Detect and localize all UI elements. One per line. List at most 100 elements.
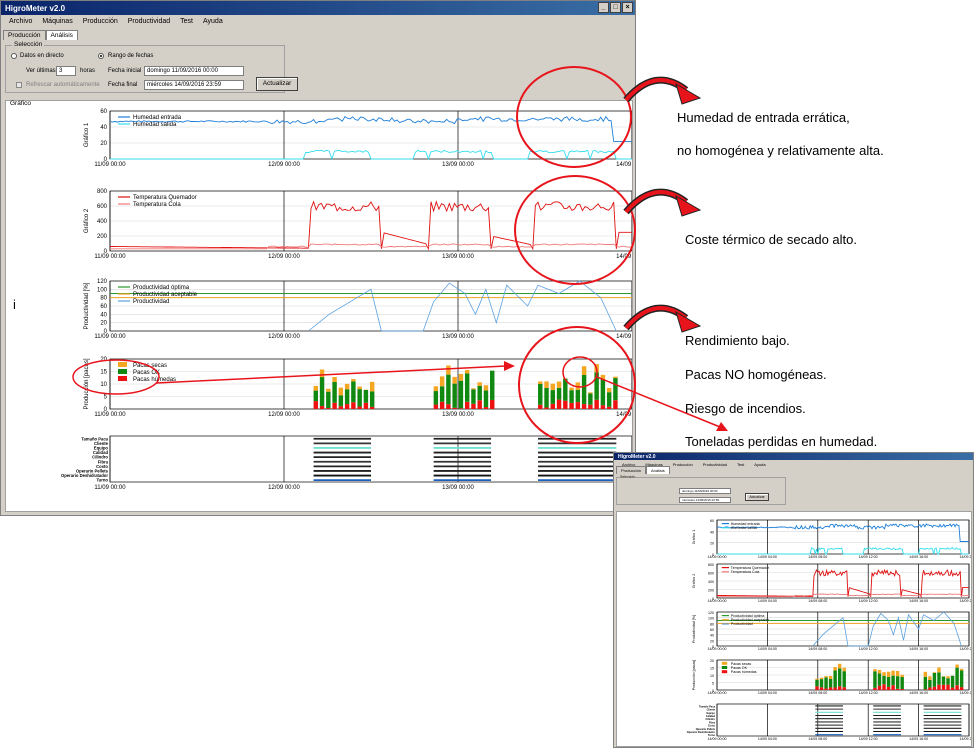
curved-arrow-3	[623, 304, 702, 333]
x-tick-label: 14/09 04:00	[758, 737, 777, 741]
bar-pacas-secas	[824, 676, 828, 678]
bar-pacas-ok	[824, 677, 828, 689]
zoom-refresh-button[interactable]: Actualizar	[745, 493, 769, 501]
x-tick-label: 14/09 04:00	[758, 647, 777, 651]
zoom-menu-produccion[interactable]: Producción	[668, 462, 698, 467]
annotation-tons-lost: Toneladas perdidas en humedad.	[685, 434, 878, 449]
bar-pacas-secas	[837, 663, 842, 669]
x-tick-label: 14/09 20:00	[960, 555, 972, 559]
bar-pacas-secas	[955, 664, 959, 668]
bar-pacas-ok	[941, 676, 946, 685]
bar-pacas-secas	[833, 667, 837, 671]
bar-pacas-ok	[895, 676, 900, 689]
annotation-non-homogeneous: Pacas NO homogéneas.	[685, 367, 827, 382]
y-tick-label: 400	[708, 580, 714, 584]
bar-pacas-humedas	[932, 686, 937, 690]
y-axis-label: Productividad [%]	[692, 615, 696, 643]
bar-pacas-ok	[955, 667, 959, 686]
x-tick-label: 14/09 00:00	[708, 737, 727, 741]
zoom-tab-analisis[interactable]: Análisis	[646, 466, 670, 474]
bar-pacas-humedas	[828, 687, 833, 690]
y-tick-label: 20	[710, 659, 714, 663]
zoom-menu-ayuda[interactable]: Ayuda	[749, 462, 770, 467]
bar-pacas-humedas	[833, 687, 837, 690]
bar-pacas-secas	[882, 672, 886, 676]
bar-pacas-humedas	[959, 687, 964, 690]
y-tick-label: 15	[710, 667, 714, 671]
zoom-end-date[interactable]: miércoles 14/09/2016 23:59	[679, 497, 731, 503]
x-tick-label: 14/09 20:00	[960, 599, 972, 603]
y-tick-label: 200	[708, 589, 714, 593]
bar-pacas-ok	[837, 668, 842, 687]
legend-label: Humedad salida	[731, 526, 757, 530]
annotation-thermal-cost: Coste térmico de secado alto.	[685, 232, 857, 247]
y-tick-label: 60	[710, 519, 714, 523]
zoom-start-date[interactable]: domingo 11/09/2016 00:00	[679, 488, 731, 494]
circle-bale-detail	[562, 356, 598, 388]
y-axis-label: Producción [pacas]	[692, 660, 696, 691]
bar-pacas-ok	[819, 679, 824, 688]
bar-pacas-ok	[946, 678, 950, 685]
zoom-tab-produccion[interactable]: Producción	[616, 466, 647, 474]
x-tick-label: 14/09 16:00	[909, 737, 928, 741]
bar-pacas-ok	[959, 670, 964, 688]
y-tick-label: 120	[708, 611, 714, 615]
bar-pacas-secas	[891, 670, 895, 676]
x-tick-label: 14/09 00:00	[708, 599, 727, 603]
x-tick-label: 14/09 00:00	[708, 647, 727, 651]
x-tick-label: 14/09 16:00	[909, 555, 928, 559]
y-tick-label: 40	[710, 634, 714, 638]
x-tick-label: 14/09 12:00	[859, 647, 878, 651]
x-tick-label: 14/09 12:00	[859, 691, 878, 695]
bar-pacas-ok	[882, 675, 886, 685]
bar-pacas-humedas	[955, 685, 959, 690]
bar-pacas-ok	[891, 675, 895, 686]
bar-pacas-secas	[959, 668, 964, 671]
circle-temperature	[514, 175, 636, 285]
x-tick-label: 14/09 20:00	[960, 737, 972, 741]
bar-pacas-humedas	[824, 688, 828, 690]
zoom-title-bar: HigroMeter v2.0	[614, 453, 973, 460]
bar-pacas-humedas	[842, 687, 846, 690]
y-axis-label: Gráfico 2	[692, 574, 696, 589]
x-tick-label: 14/09 12:00	[859, 555, 878, 559]
x-tick-label: 14/09 08:00	[808, 691, 827, 695]
y-tick-label: 100	[708, 617, 714, 621]
bar-pacas-ok	[873, 671, 877, 688]
bar-pacas-secas	[923, 671, 928, 677]
bar-pacas-secas	[886, 671, 891, 677]
bar-pacas-ok	[877, 673, 882, 686]
x-tick-label: 14/09 12:00	[859, 599, 878, 603]
series-temperatura-cola	[717, 593, 969, 598]
legend-swatch	[721, 666, 728, 669]
series-temperatura-quemador	[717, 568, 969, 599]
bar-pacas-humedas	[819, 687, 824, 690]
x-tick-label: 14/09 08:00	[808, 599, 827, 603]
x-tick-label: 14/09 12:00	[859, 737, 878, 741]
y-axis-label: Gráfico 1	[692, 530, 696, 545]
zoom-selection-legend: Selección	[620, 475, 636, 479]
arrow-line	[155, 365, 507, 384]
zoom-tab-strip: Producción Análisis	[614, 466, 973, 474]
annotation-fire-risk: Riesgo de incendios.	[685, 401, 806, 416]
y-tick-label: 20	[710, 639, 714, 643]
bar-pacas-ok	[886, 676, 891, 687]
bar-pacas-humedas	[837, 686, 842, 690]
legend-swatch	[721, 661, 728, 665]
legend-label: Productividad	[731, 622, 753, 626]
y-tick-label: 5	[712, 682, 714, 686]
bar-pacas-humedas	[886, 686, 891, 690]
x-tick-label: 14/09 20:00	[960, 647, 972, 651]
annotation-humidity-2: no homogénea y relativamente alta.	[677, 143, 884, 158]
circle-legend	[72, 359, 160, 395]
curved-arrow-1	[623, 76, 702, 105]
bar-pacas-ok	[842, 671, 846, 688]
bar-pacas-secas	[828, 675, 833, 680]
bar-pacas-secas	[946, 676, 950, 679]
zoom-menu-test[interactable]: Test	[732, 462, 749, 467]
bar-pacas-secas	[873, 669, 877, 672]
bar-pacas-secas	[877, 669, 882, 674]
zoom-menu-productividad[interactable]: Productividad	[698, 462, 732, 467]
bar-pacas-secas	[928, 676, 932, 680]
curved-arrow-2	[623, 188, 702, 217]
